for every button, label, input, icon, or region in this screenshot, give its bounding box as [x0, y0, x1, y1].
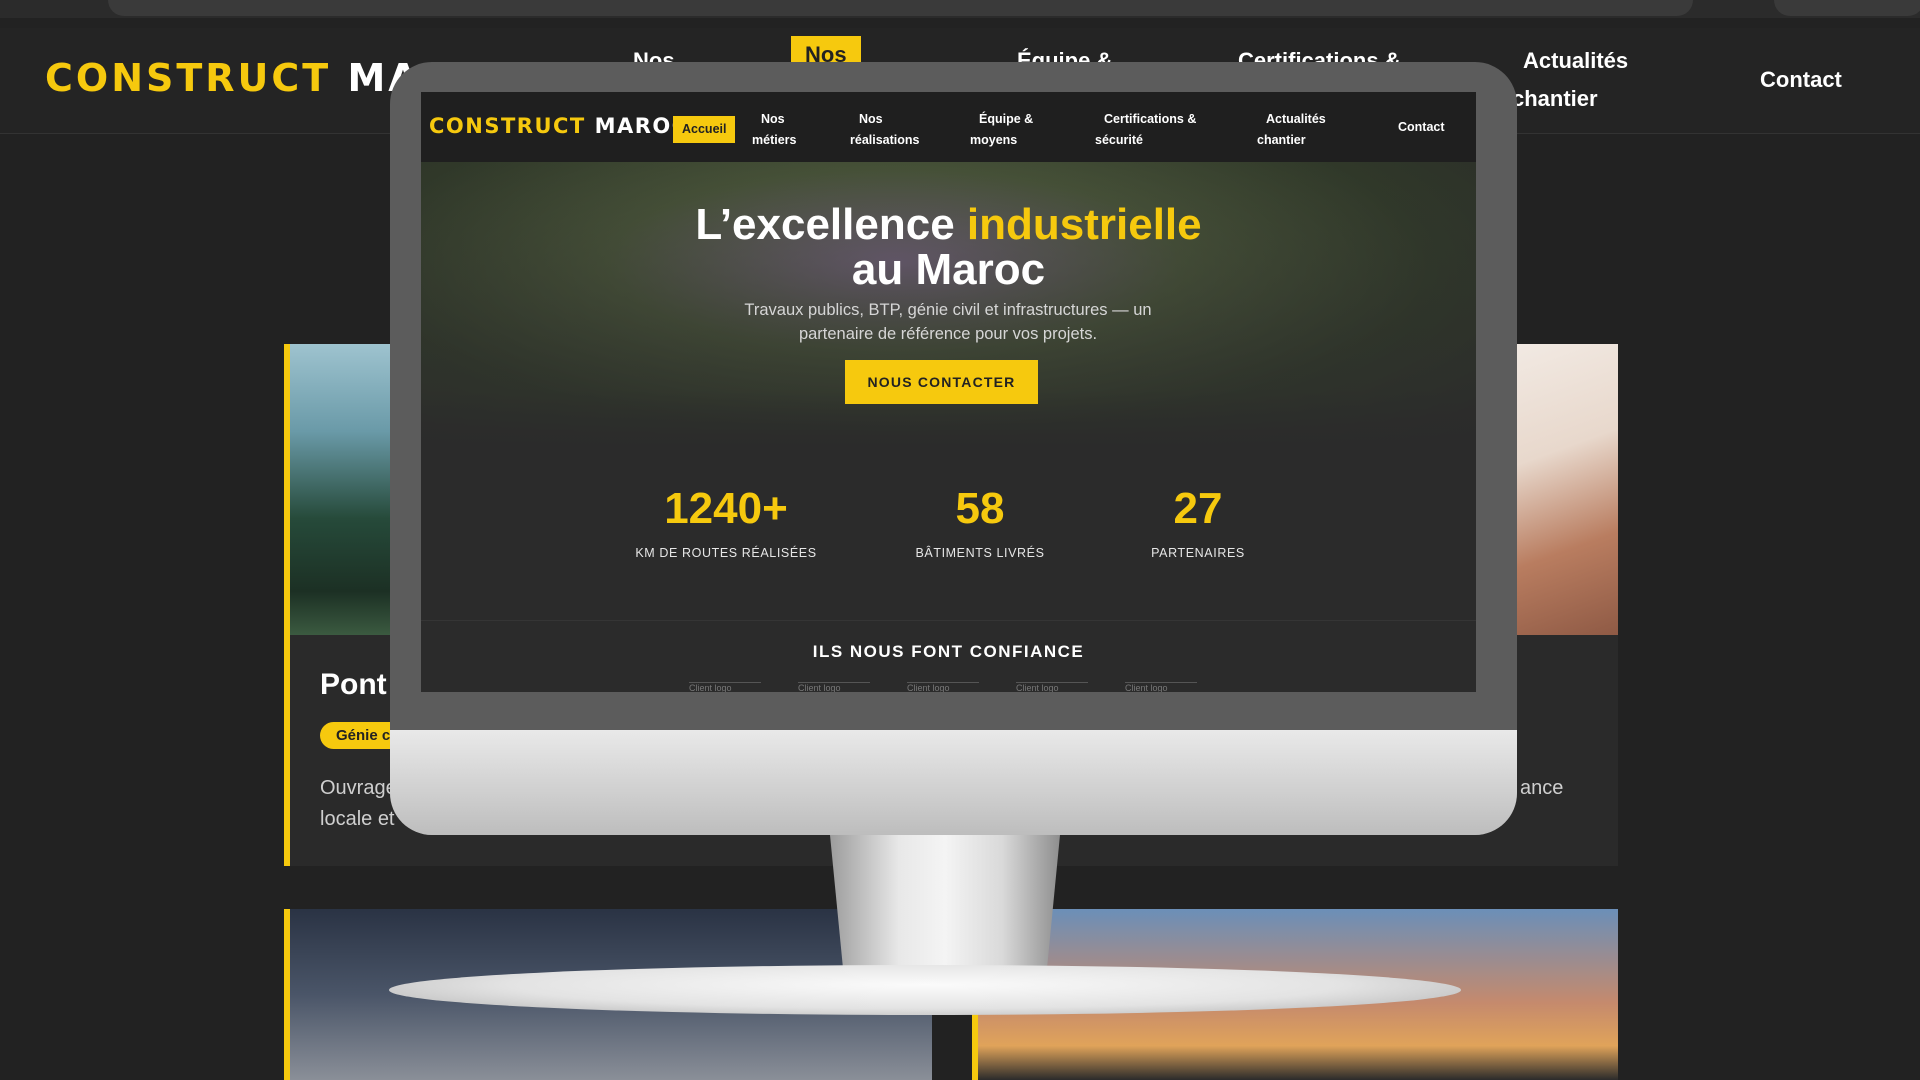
bg-nav-item-actualites[interactable]: Actualités [1523, 42, 1628, 80]
section-divider [421, 620, 1476, 621]
nav-item-metiers[interactable]: Nos métiers [752, 109, 796, 151]
contact-cta-button[interactable]: NOUS CONTACTER [845, 360, 1038, 404]
client-logo: Client logo [1125, 682, 1197, 692]
hero-title: L’excellence industrielle au Maroc [421, 202, 1476, 292]
nav-label: Équipe & [979, 112, 1034, 126]
nav-item-realisations[interactable]: Nos réalisations [850, 109, 919, 151]
hero-title-line2: au Maroc [851, 245, 1046, 294]
nav-label: Certifications & [1104, 112, 1197, 126]
logo-part1: CONSTRUCT [45, 56, 332, 100]
client-logo: Client logo [798, 682, 870, 692]
nav-item-contact[interactable]: Contact [1398, 117, 1445, 138]
stat-value-routes: 1240+ [664, 484, 788, 533]
hero-subtitle: Travaux publics, BTP, génie civil et inf… [744, 301, 1152, 343]
nav-label: métiers [752, 133, 797, 147]
hero-title-accent: industrielle [966, 200, 1202, 249]
nav-label: Actualités [1266, 112, 1326, 126]
nav-label: chantier [1257, 133, 1306, 147]
nav-item-certifications[interactable]: Certifications & sécurité [1095, 109, 1196, 151]
address-bar[interactable] [108, 0, 1693, 16]
nav-label: moyens [970, 133, 1018, 147]
browser-toolbar [0, 0, 1920, 18]
nav-item-equipe[interactable]: Équipe & moyens [970, 109, 1033, 151]
client-logo: Client logo [1016, 682, 1088, 692]
stat-label-routes: KM DE ROUTES RÉALISÉES [635, 546, 817, 560]
stat-label-batiments: BÂTIMENTS LIVRÉS [915, 546, 1045, 560]
stat-value-batiments: 58 [955, 484, 1005, 533]
nav-label: Nos [761, 112, 785, 126]
nav-label: Nos [859, 112, 883, 126]
stat-label-partenaires: PARTENAIRES [1151, 546, 1245, 560]
card-text-line1: Ouvrage [320, 777, 397, 799]
site-logo-part1: CONSTRUCT [429, 114, 586, 138]
browser-profile-button[interactable] [1774, 0, 1920, 16]
bg-nav-item-contact[interactable]: Contact [1760, 61, 1842, 99]
client-logo: Client logo [689, 682, 761, 692]
card-text-line2: locale et [320, 808, 395, 830]
imac-mockup: CONSTRUCT MAROC Accueil Nos métiers Nos ré… [390, 62, 1517, 835]
site-logo[interactable]: CONSTRUCT MAROC [429, 114, 689, 138]
imac-chin [390, 730, 1517, 835]
imac-stand-base [389, 965, 1461, 1015]
stat-value-partenaires: 27 [1173, 484, 1223, 533]
nav-label: réalisations [850, 133, 920, 147]
client-logo: Client logo [907, 682, 979, 692]
nav-item-accueil[interactable]: Accueil [673, 116, 736, 143]
screenshot-stage: CONSTRUCT MAR Nos Nos Équipe & Certifica… [0, 0, 1920, 1080]
nav-label: sécurité [1095, 133, 1143, 147]
card-text-right: ance [1520, 777, 1564, 799]
card-title: Pont [320, 668, 387, 701]
hero-title-part1: L’excellence [695, 200, 967, 249]
bg-nav-item-actualites-line2[interactable]: chantier [1512, 80, 1598, 118]
trust-section-title: ILS NOUS FONT CONFIANCE [812, 642, 1085, 661]
nav-item-actualites[interactable]: Actualités chantier [1257, 109, 1326, 151]
imac-screen: CONSTRUCT MAROC Accueil Nos métiers Nos ré… [421, 92, 1476, 692]
